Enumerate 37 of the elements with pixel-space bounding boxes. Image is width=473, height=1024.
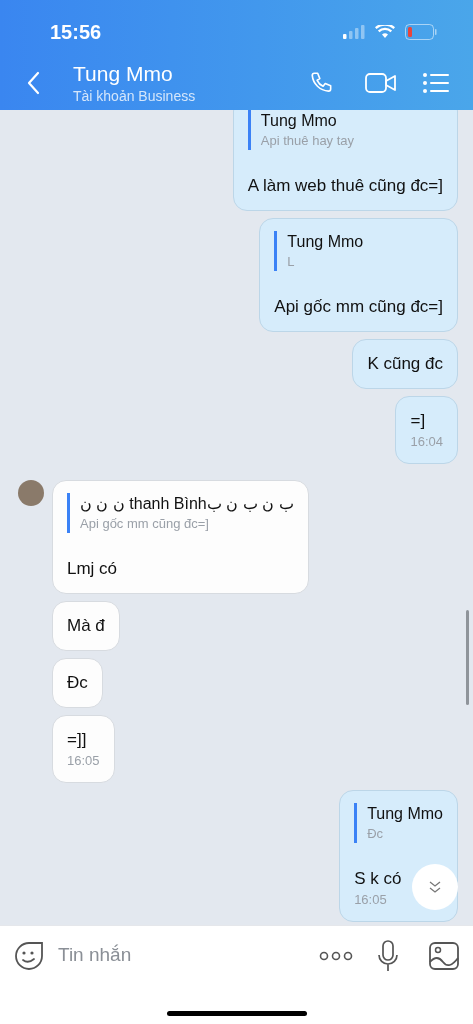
back-icon[interactable] <box>26 70 40 95</box>
message-text: A làm web thuê cũng đc=] <box>247 175 443 197</box>
sticker-icon[interactable] <box>14 940 44 971</box>
message-text: Mà đ <box>67 615 105 637</box>
menu-icon[interactable] <box>423 71 449 94</box>
quoted-text: Đc <box>367 825 384 843</box>
quoted-sender: Tung Mmo <box>287 232 364 252</box>
battery-icon <box>405 23 437 40</box>
avatar[interactable] <box>18 480 44 506</box>
quoted-text: Api gốc mm cũng đc=] <box>80 515 210 533</box>
chat-title: Tung Mmo <box>73 60 174 87</box>
status-time: 15:56 <box>50 19 102 45</box>
message-text: =] <box>410 410 426 432</box>
quoted-text: Api thuê hay tay <box>260 132 355 150</box>
message-text: K cũng đc <box>367 353 443 375</box>
quoted-sender: ن ن ن thanh Bìnhب ن ب ن ب <box>80 494 294 514</box>
quoted-sender: Tung Mmo <box>367 804 443 824</box>
message-time: 16:05 <box>67 752 100 770</box>
message-time: 16:04 <box>410 433 443 451</box>
quoted-text: L <box>287 253 296 271</box>
more-icon[interactable] <box>319 950 353 961</box>
microphone-icon[interactable] <box>377 939 399 972</box>
message-input[interactable]: Tin nhắn <box>58 941 319 970</box>
scrollbar[interactable] <box>466 610 469 705</box>
signal-icon <box>343 24 365 39</box>
message-text: Đc <box>67 672 88 694</box>
message-text: S k có <box>354 868 402 890</box>
message-time: 16:05 <box>354 891 387 909</box>
video-camera-icon[interactable] <box>365 70 397 95</box>
chat-subtitle: Tài khoản Business <box>73 86 197 105</box>
message-text: =]] <box>67 729 87 751</box>
message-text: Api gốc mm cũng đc=] <box>274 296 443 318</box>
message-text: Lmj có <box>67 558 118 580</box>
double-chevron-icon <box>428 880 442 894</box>
image-icon[interactable] <box>429 941 459 970</box>
quoted-sender: Tung Mmo <box>260 111 338 131</box>
wifi-icon <box>375 24 395 39</box>
